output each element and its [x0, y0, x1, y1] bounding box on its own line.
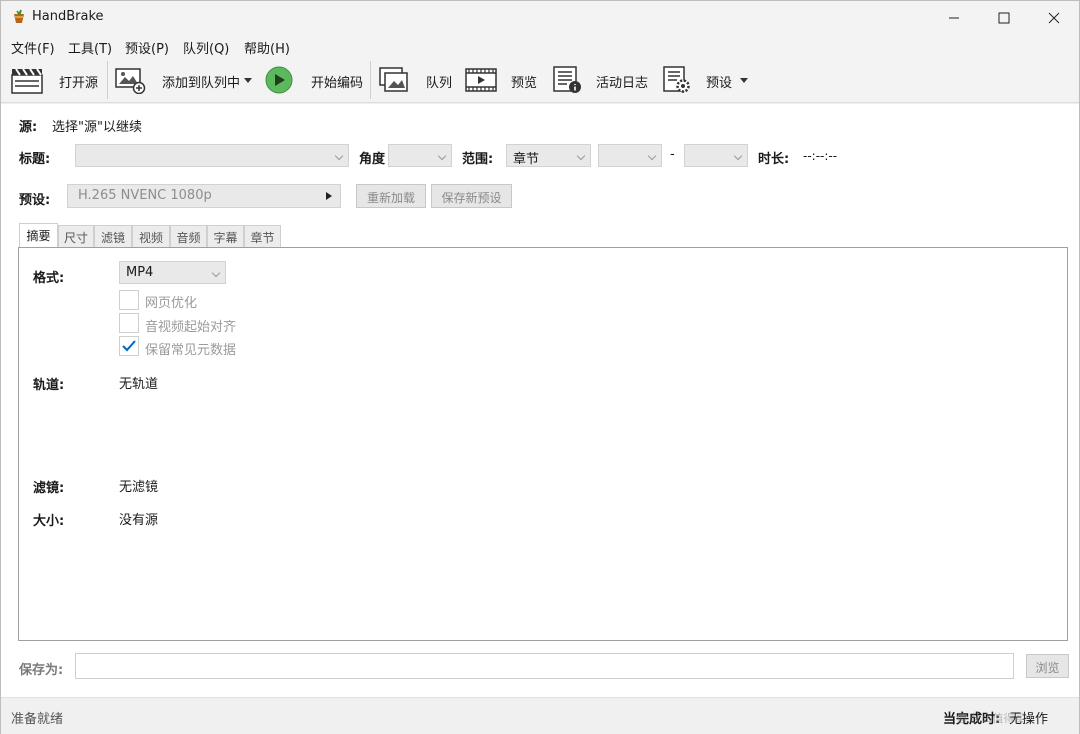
range-type-value: 章节 [513, 152, 540, 167]
preset-label: 预设: [19, 193, 51, 208]
range-separator: - [670, 147, 675, 162]
minimize-icon [949, 17, 959, 18]
chevron-down-icon [211, 268, 221, 278]
tab-summary[interactable]: 摘要 [19, 223, 58, 247]
duration-label: 时长: [758, 152, 790, 167]
main-content: 源: 选择"源"以继续 标题: 角度 范围: 章节 - 时长: --:--:--… [1, 104, 1079, 697]
tab-audio[interactable]: 音频 [170, 225, 207, 247]
format-select[interactable]: MP4 [119, 261, 226, 284]
close-button[interactable] [1031, 1, 1077, 34]
chevron-down-icon [437, 151, 447, 161]
title-bar: HandBrake [1, 1, 1079, 34]
maximize-button[interactable] [981, 1, 1027, 34]
open-source-button[interactable]: 打开源 [59, 72, 98, 91]
format-label: 格式: [33, 271, 65, 286]
source-label: 源: [19, 120, 38, 135]
presets-button[interactable]: 预设 [706, 72, 732, 91]
start-encode-button[interactable]: 开始编码 [311, 72, 363, 91]
filters-value: 无滤镜 [119, 480, 159, 495]
tracks-value: 无轨道 [119, 377, 159, 392]
duration-value: --:--:-- [803, 149, 838, 163]
save-as-label: 保存为: [19, 663, 64, 678]
minimize-button[interactable] [931, 1, 977, 34]
status-text: 准备就绪 [11, 712, 64, 727]
chevron-right-icon [326, 192, 332, 200]
activity-log-button[interactable]: 活动日志 [596, 72, 648, 91]
preset-value: H.265 NVENC 1080p [78, 188, 212, 203]
title-select[interactable] [75, 144, 349, 167]
align-av-label: 音视频起始对齐 [145, 320, 237, 335]
chevron-down-icon [733, 151, 743, 161]
browse-button[interactable]: 浏览 [1026, 654, 1069, 678]
play-icon[interactable] [264, 66, 294, 94]
add-to-queue-dropdown-arrow[interactable] [244, 78, 252, 83]
filters-label: 滤镜: [33, 481, 65, 496]
save-new-preset-button[interactable]: 保存新预设 [431, 184, 512, 208]
preview-button[interactable]: 预览 [511, 72, 537, 91]
checkmark-icon [122, 340, 136, 352]
format-value: MP4 [126, 265, 154, 280]
angle-label: 角度 [359, 152, 386, 167]
clapperboard-icon[interactable] [11, 66, 43, 94]
source-value: 选择"源"以继续 [52, 120, 142, 135]
range-type-select[interactable]: 章节 [506, 144, 591, 167]
passthru-metadata-label: 保留常见元数据 [145, 343, 237, 358]
queue-button[interactable]: 队列 [426, 72, 452, 91]
menu-help[interactable]: 帮助(H) [244, 38, 290, 57]
chevron-down-icon [334, 151, 344, 161]
maximize-icon [998, 12, 1010, 23]
toolbar: 打开源 添加到队列中 开始编码 队列 预览 活动日志 预设 [1, 58, 1079, 103]
menu-bar: 文件(F) 工具(T) 预设(P) 队列(Q) 帮助(H) [1, 34, 1079, 58]
tab-dimensions[interactable]: 尺寸 [58, 225, 94, 247]
presets-dropdown-arrow[interactable] [740, 78, 748, 83]
toolbar-separator [107, 61, 108, 99]
preset-select[interactable]: H.265 NVENC 1080p [67, 184, 341, 208]
size-label: 大小: [33, 514, 65, 529]
align-av-checkbox[interactable] [119, 313, 139, 333]
handbrake-logo-icon [14, 9, 24, 23]
menu-presets[interactable]: 预设(P) [125, 38, 169, 57]
presets-gear-icon[interactable] [661, 66, 693, 94]
tab-subtitles[interactable]: 字幕 [207, 225, 244, 247]
tab-chapters[interactable]: 章节 [244, 225, 281, 247]
title-label: 标题: [19, 152, 51, 167]
toolbar-separator [370, 61, 371, 99]
passthru-metadata-checkbox[interactable] [119, 336, 139, 356]
range-label: 范围: [462, 152, 494, 167]
summary-panel: 格式: MP4 网页优化 音视频起始对齐 保留常见元数据 轨道: 无轨道 滤镜:… [18, 247, 1068, 641]
size-value: 没有源 [119, 513, 159, 528]
web-optimized-checkbox[interactable] [119, 290, 139, 310]
tab-filters[interactable]: 滤镜 [94, 225, 132, 247]
range-end-select[interactable] [684, 144, 748, 167]
activity-log-icon[interactable] [551, 66, 583, 94]
menu-tools[interactable]: 工具(T) [68, 38, 112, 57]
add-to-queue-button[interactable]: 添加到队列中 [162, 72, 240, 91]
add-to-queue-icon[interactable] [114, 66, 146, 94]
chevron-down-icon [576, 151, 586, 161]
preview-film-icon[interactable] [465, 66, 497, 94]
chevron-down-icon [647, 151, 657, 161]
web-optimized-label: 网页优化 [145, 296, 198, 311]
angle-select[interactable] [388, 144, 452, 167]
menu-queue[interactable]: 队列(Q) [183, 38, 229, 57]
close-icon [1048, 12, 1060, 23]
menu-file[interactable]: 文件(F) [11, 38, 55, 57]
tab-video[interactable]: 视频 [132, 225, 170, 247]
reload-button[interactable]: 重新加载 [356, 184, 426, 208]
window-title: HandBrake [32, 9, 104, 24]
tracks-label: 轨道: [33, 378, 65, 393]
range-start-select[interactable] [598, 144, 662, 167]
status-bar: 准备就绪 当完成时: 无操作 值 什么值得买 [1, 697, 1079, 734]
handbrake-window: HandBrake 文件(F) 工具(T) 预设(P) 队列(Q) 帮助(H) … [0, 0, 1080, 734]
save-as-input[interactable] [75, 653, 1014, 679]
watermark: 值 什么值得买 [956, 712, 1026, 725]
queue-icon[interactable] [378, 66, 410, 94]
